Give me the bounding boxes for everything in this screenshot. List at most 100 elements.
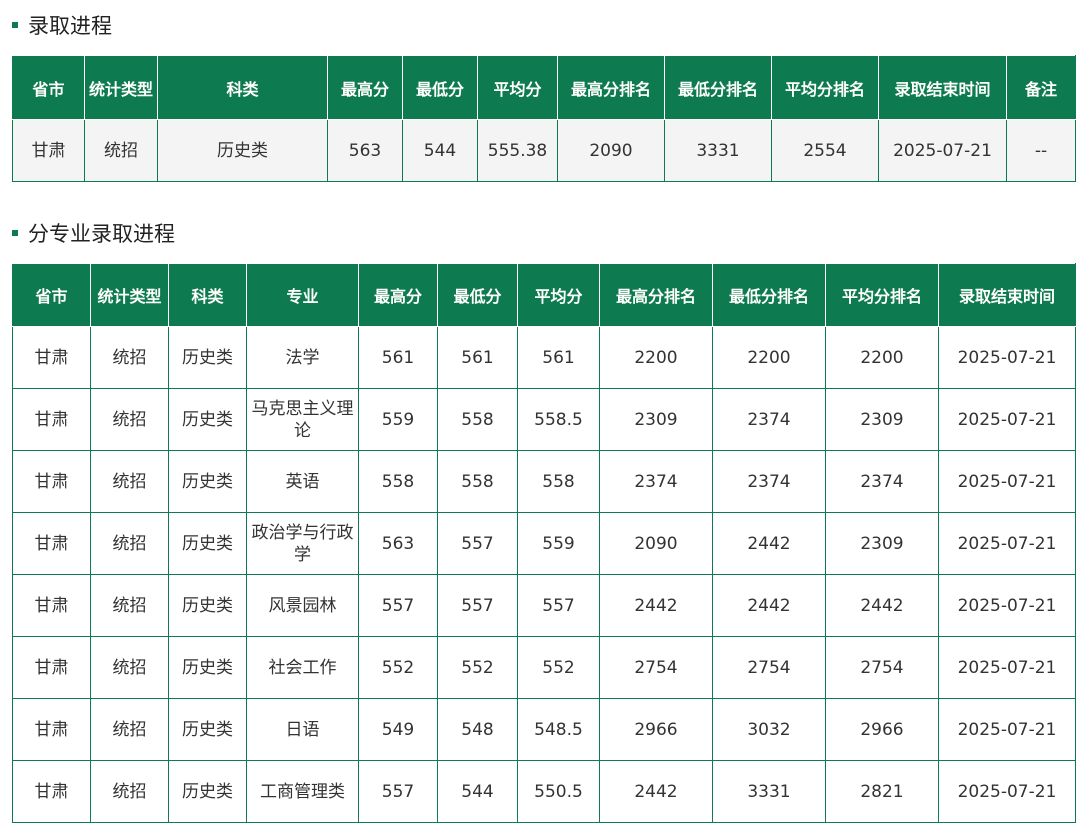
table-row: 甘肃 统招 历史类 英语 558 558 558 2374 2374 2374 2025-07-21 — [12, 450, 1076, 513]
section-title-major-admission-progress: 分专业录取进程 — [12, 218, 175, 248]
bullet-icon — [12, 230, 18, 236]
column-header: 平均分排名 — [771, 55, 879, 120]
table-cell: 日语 — [246, 698, 359, 761]
table-cell: 557 — [437, 574, 518, 637]
column-header: 最低分 — [402, 55, 478, 120]
bullet-icon — [12, 22, 18, 28]
table-cell: 甘肃 — [12, 698, 91, 761]
table-cell: 558.5 — [517, 388, 600, 451]
column-header: 省市 — [12, 263, 91, 327]
table-cell: 561 — [437, 326, 518, 389]
table-cell: 544 — [402, 119, 478, 182]
admission-progress-table: 省市 统计类型 科类 最高分 最低分 平均分 最高分排名 最低分排名 平均分排名 录取结束时间 备注… — [12, 55, 1076, 182]
table-cell: 统招 — [90, 760, 169, 823]
table-cell: 561 — [358, 326, 438, 389]
table-cell: 550.5 — [517, 760, 600, 823]
table-cell: 2442 — [599, 760, 713, 823]
table-cell: 559 — [517, 512, 600, 575]
table-cell: 政治学与行政学 — [246, 512, 359, 575]
table-cell: 甘肃 — [12, 574, 91, 637]
table-cell: 2374 — [825, 450, 939, 513]
table-cell: 历史类 — [168, 450, 247, 513]
table-row: 甘肃 统招 历史类 政治学与行政学 563 557 559 2090 2442 2309 2025-… — [12, 512, 1076, 575]
table-cell: 557 — [358, 760, 438, 823]
table-cell: 工商管理类 — [246, 760, 359, 823]
table-cell: 历史类 — [168, 698, 247, 761]
table-cell: 558 — [358, 450, 438, 513]
table-cell: 2754 — [599, 636, 713, 699]
table-cell: 2025-07-21 — [938, 636, 1076, 699]
table-cell: 2025-07-21 — [938, 326, 1076, 389]
table-header-row: 省市 统计类型 科类 专业 最高分 最低分 平均分 最高分排名 最低分排名 平均分排名 录取结束时间 — [12, 263, 1076, 327]
table-cell: 2442 — [712, 574, 826, 637]
table-cell: 2025-07-21 — [938, 760, 1076, 823]
table-cell: 555.38 — [477, 119, 558, 182]
table-cell: 2025-07-21 — [938, 574, 1076, 637]
table-cell: 2821 — [825, 760, 939, 823]
table-cell: 2309 — [599, 388, 713, 451]
table-cell: 2442 — [712, 512, 826, 575]
table-cell: 甘肃 — [12, 512, 91, 575]
table-cell: 563 — [327, 119, 403, 182]
table-cell: 552 — [358, 636, 438, 699]
table-cell: 统招 — [84, 119, 158, 182]
table-cell: 历史类 — [168, 760, 247, 823]
table-cell: 3331 — [712, 760, 826, 823]
table-cell: 统招 — [90, 574, 169, 637]
table-cell: 2442 — [599, 574, 713, 637]
table-cell: -- — [1006, 119, 1076, 182]
table-cell: 马克思主义理论 — [246, 388, 359, 451]
column-header: 平均分排名 — [825, 263, 939, 327]
table-row: 甘肃 统招 历史类 563 544 555.38 2090 3331 2554 2025-07-2… — [12, 119, 1076, 182]
column-header: 录取结束时间 — [938, 263, 1076, 327]
table-header-row: 省市 统计类型 科类 最高分 最低分 平均分 最高分排名 最低分排名 平均分排名 录取结束时间 备注 — [12, 55, 1076, 120]
table-cell: 2025-07-21 — [938, 512, 1076, 575]
table-cell: 历史类 — [168, 512, 247, 575]
section-title-text: 分专业录取进程 — [28, 222, 175, 246]
table-cell: 统招 — [90, 450, 169, 513]
table-cell: 2309 — [825, 512, 939, 575]
table-cell: 558 — [437, 388, 518, 451]
column-header: 统计类型 — [90, 263, 169, 327]
table-row: 甘肃 统招 历史类 工商管理类 557 544 550.5 2442 3331 2821 2025-… — [12, 760, 1076, 823]
table-row: 甘肃 统招 历史类 社会工作 552 552 552 2754 2754 2754 2025-07-… — [12, 636, 1076, 699]
table-cell: 557 — [358, 574, 438, 637]
table-cell: 历史类 — [168, 326, 247, 389]
table-cell: 2374 — [712, 450, 826, 513]
table-cell: 2554 — [771, 119, 879, 182]
column-header: 最低分排名 — [664, 55, 772, 120]
table-cell: 甘肃 — [12, 119, 85, 182]
column-header: 最高分排名 — [557, 55, 665, 120]
column-header: 录取结束时间 — [878, 55, 1007, 120]
table-cell: 2200 — [712, 326, 826, 389]
table-cell: 2200 — [599, 326, 713, 389]
column-header: 最低分排名 — [712, 263, 826, 327]
table-row: 甘肃 统招 历史类 马克思主义理论 559 558 558.5 2309 2374 2309 202… — [12, 388, 1076, 451]
table-cell: 法学 — [246, 326, 359, 389]
table-cell: 2025-07-21 — [938, 388, 1076, 451]
table-cell: 559 — [358, 388, 438, 451]
column-header: 最高分 — [327, 55, 403, 120]
column-header: 备注 — [1006, 55, 1076, 120]
column-header: 省市 — [12, 55, 85, 120]
table-cell: 2025-07-21 — [878, 119, 1007, 182]
column-header: 科类 — [157, 55, 328, 120]
table-cell: 风景园林 — [246, 574, 359, 637]
table-cell: 552 — [437, 636, 518, 699]
table-cell: 社会工作 — [246, 636, 359, 699]
column-header: 最高分排名 — [599, 263, 713, 327]
table-row: 甘肃 统招 历史类 风景园林 557 557 557 2442 2442 2442 2025-07-… — [12, 574, 1076, 637]
table-row: 甘肃 统招 历史类 法学 561 561 561 2200 2200 2200 2025-07-21 — [12, 326, 1076, 389]
table-cell: 552 — [517, 636, 600, 699]
table-row: 甘肃 统招 历史类 日语 549 548 548.5 2966 3032 2966 2025-07-… — [12, 698, 1076, 761]
table-cell: 2090 — [557, 119, 665, 182]
column-header: 科类 — [168, 263, 247, 327]
table-cell: 2025-07-21 — [938, 698, 1076, 761]
table-cell: 557 — [437, 512, 518, 575]
section-title-text: 录取进程 — [28, 14, 112, 38]
table-cell: 548.5 — [517, 698, 600, 761]
column-header: 平均分 — [517, 263, 600, 327]
table-cell: 544 — [437, 760, 518, 823]
table-cell: 558 — [517, 450, 600, 513]
table-cell: 2754 — [825, 636, 939, 699]
